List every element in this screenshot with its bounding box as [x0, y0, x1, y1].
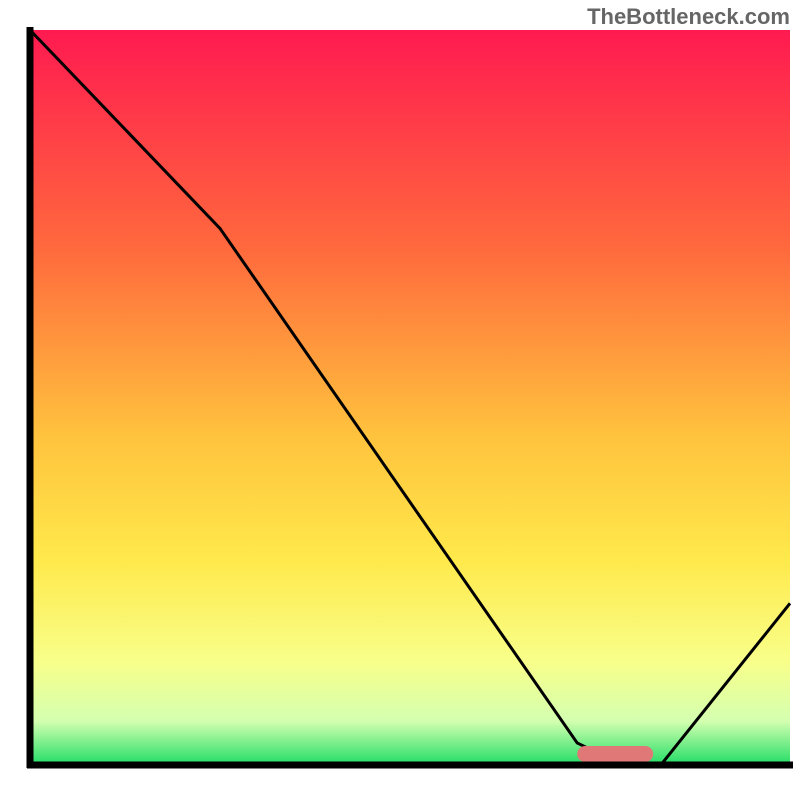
plot-background: [30, 30, 790, 765]
bottleneck-marker: [577, 746, 653, 762]
watermark-text: TheBottleneck.com: [587, 4, 790, 30]
chart-container: TheBottleneck.com: [0, 0, 800, 800]
chart-svg: [0, 0, 800, 800]
